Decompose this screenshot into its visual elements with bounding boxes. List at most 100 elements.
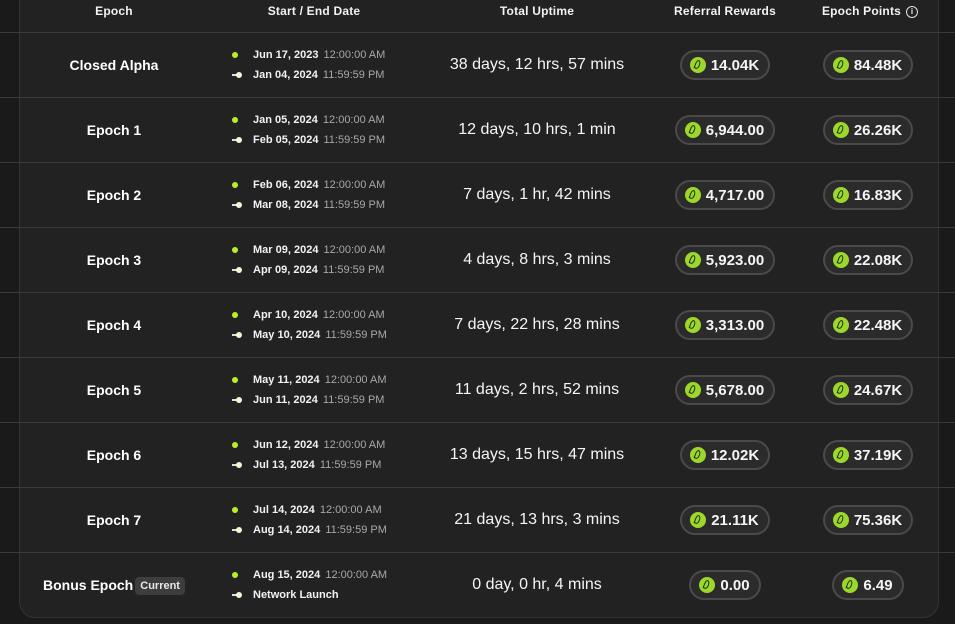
referral-cell: 21.11K [655, 488, 795, 552]
end-date-value: Mar 08, 2024 [253, 199, 319, 211]
end-dot-icon [236, 397, 242, 403]
start-date-line: Aug 15, 2024 12:00:00 AM [232, 567, 422, 587]
end-date: Apr 09, 2024 11:59:59 PM [253, 262, 384, 278]
start-time: 12:00:00 AM [323, 179, 386, 191]
date-range: Apr 10, 2024 12:00:00 AM May 10, 2024 11… [232, 307, 422, 347]
points-cell: 75.36K [800, 488, 936, 552]
start-time: 12:00:00 AM [319, 504, 382, 516]
start-date: Jun 12, 2024 12:00:00 AM [253, 437, 385, 453]
epoch-points-pill: 84.48K [822, 50, 914, 80]
referral-rewards-pill: 12.02K [679, 440, 771, 470]
points-cell: 26.26K [800, 98, 936, 162]
referral-value: 5,923.00 [705, 251, 765, 269]
end-date-value: Jan 04, 2024 [253, 69, 318, 81]
referral-cell: 0.00 [655, 553, 795, 617]
leaf-coin-icon [689, 57, 706, 73]
table-row: Closed Alpha Jun 17, 2023 12:00:00 AM Ja… [0, 33, 955, 98]
total-uptime: 4 days, 8 hrs, 3 mins [463, 251, 611, 268]
leaf-coin-icon [832, 512, 849, 528]
end-date-value: May 10, 2024 [253, 329, 321, 341]
end-date-line: Network Launch [232, 587, 422, 607]
start-time: 12:00:00 AM [323, 49, 386, 61]
total-uptime: 7 days, 22 hrs, 28 mins [454, 316, 620, 333]
referral-rewards-pill: 4,717.00 [674, 180, 776, 210]
end-date-line: Jul 13, 2024 11:59:59 PM [232, 457, 422, 477]
end-dot-icon [236, 137, 242, 143]
start-date: Jul 14, 2024 12:00:00 AM [253, 502, 382, 518]
end-date: Jan 04, 2024 11:59:59 PM [253, 67, 384, 83]
referral-value: 21.11K [711, 511, 759, 529]
date-range: Jan 05, 2024 12:00:00 AM Feb 05, 2024 11… [232, 112, 422, 152]
epoch-name-label: Closed Alpha [69, 57, 159, 73]
points-value: 6.49 [863, 576, 893, 594]
start-date-line: Apr 10, 2024 12:00:00 AM [232, 307, 422, 327]
start-dot-icon [232, 52, 238, 58]
referral-cell: 5,923.00 [655, 228, 795, 292]
epoch-points-pill: 6.49 [832, 570, 904, 600]
referral-rewards-pill: 5,923.00 [674, 245, 776, 275]
start-time: 12:00:00 AM [323, 244, 386, 256]
table-row: Epoch 4 Apr 10, 2024 12:00:00 AM May 10,… [0, 293, 955, 358]
leaf-coin-icon [832, 447, 849, 463]
end-date-value: Network Launch [253, 589, 339, 601]
end-time: 11:59:59 PM [319, 459, 382, 471]
start-dot-icon [232, 442, 238, 448]
end-date-value: Jul 13, 2024 [253, 459, 315, 471]
table-body: Closed Alpha Jun 17, 2023 12:00:00 AM Ja… [0, 33, 955, 617]
start-date-line: May 11, 2024 12:00:00 AM [232, 372, 422, 392]
end-date: Mar 08, 2024 11:59:59 PM [253, 197, 385, 213]
date-range: Jun 17, 2023 12:00:00 AM Jan 04, 2024 11… [232, 47, 422, 87]
table-header: Epoch Start / End Date Total Uptime Refe… [0, 0, 955, 33]
referral-value: 14.04K [710, 56, 760, 74]
epoch-name-label: Bonus Epoch [43, 577, 134, 593]
total-uptime: 38 days, 12 hrs, 57 mins [449, 56, 625, 73]
end-date: Network Launch [253, 587, 341, 603]
start-date-line: Jun 17, 2023 12:00:00 AM [232, 47, 422, 67]
points-value: 84.48K [853, 56, 903, 74]
referral-rewards-pill: 21.11K [680, 505, 770, 535]
start-date: Feb 06, 2024 12:00:00 AM [253, 177, 385, 193]
info-icon[interactable]: i [906, 6, 919, 18]
end-date-value: Apr 09, 2024 [253, 264, 318, 276]
points-cell: 37.19K [800, 423, 936, 487]
epoch-name: Epoch 5 [20, 358, 208, 422]
leaf-coin-icon [832, 382, 849, 398]
epoch-name-label: Epoch 6 [86, 447, 142, 463]
leaf-coin-icon [832, 57, 849, 73]
total-uptime: 12 days, 10 hrs, 1 min [458, 121, 616, 138]
start-date-line: Jan 05, 2024 12:00:00 AM [232, 112, 422, 132]
epoch-name: Epoch 1 [20, 98, 208, 162]
table-row: Epoch 1 Jan 05, 2024 12:00:00 AM Feb 05,… [0, 98, 955, 163]
leaf-coin-icon [699, 577, 716, 593]
points-value: 26.26K [853, 121, 903, 139]
end-dot-icon [236, 202, 242, 208]
end-date-line: May 10, 2024 11:59:59 PM [232, 327, 422, 347]
end-date-value: Jun 11, 2024 [253, 394, 318, 406]
end-dot-icon [236, 592, 242, 598]
end-dot-icon [236, 527, 242, 533]
referral-rewards-pill: 5,678.00 [674, 375, 776, 405]
referral-cell: 6,944.00 [655, 98, 795, 162]
start-date: Jun 17, 2023 12:00:00 AM [253, 47, 385, 63]
start-date: Jan 05, 2024 12:00:00 AM [253, 112, 385, 128]
start-dot-icon [232, 117, 238, 123]
header-points-label: Epoch Points [821, 4, 902, 18]
start-date-value: Apr 10, 2024 [253, 309, 318, 321]
epoch-name-label: Epoch 7 [86, 512, 142, 528]
leaf-coin-icon [832, 252, 849, 268]
end-dot-icon [236, 267, 242, 273]
header-uptime: Total Uptime [499, 4, 575, 18]
referral-value: 0.00 [720, 576, 750, 594]
start-date-value: Jan 05, 2024 [253, 114, 318, 126]
start-date-line: Jul 14, 2024 12:00:00 AM [232, 502, 422, 522]
leaf-coin-icon [832, 317, 849, 333]
referral-value: 3,313.00 [705, 316, 765, 334]
total-uptime: 0 day, 0 hr, 4 mins [472, 576, 602, 593]
total-uptime: 7 days, 1 hr, 42 mins [463, 186, 611, 203]
start-date-value: Jul 14, 2024 [253, 504, 315, 516]
epoch-points-pill: 26.26K [822, 115, 914, 145]
end-date: May 10, 2024 11:59:59 PM [253, 327, 387, 343]
points-value: 16.83K [853, 186, 903, 204]
leaf-coin-icon [684, 187, 701, 203]
header-points: Epoch Points i [800, 4, 940, 18]
